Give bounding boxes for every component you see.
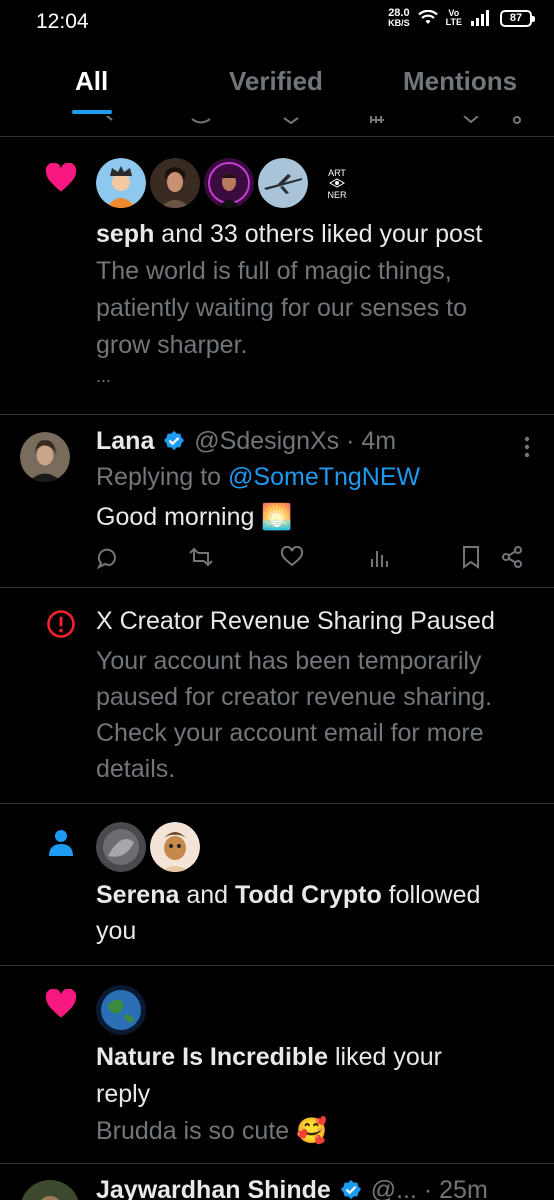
share-icon[interactable] [500, 545, 524, 569]
notification-tabs: All Verified Mentions [0, 56, 554, 116]
alert-circle-icon [47, 610, 75, 638]
battery-icon: 87 [500, 9, 535, 27]
follow-summary-cont: you [96, 917, 137, 945]
heart-icon [45, 989, 77, 1018]
divider [0, 803, 554, 804]
tab-all[interactable]: All [75, 66, 108, 97]
bookmark-icon[interactable] [460, 545, 482, 569]
reply-icon[interactable] [96, 545, 120, 569]
avatar[interactable] [20, 432, 70, 482]
liker-avatars: ART NER [96, 158, 362, 208]
reply-body: Good morning 🌅 [96, 503, 293, 531]
status-icons: 28.0 KB/S Vo LTE 87 [388, 7, 535, 29]
like-reply-summary: Nature Is Incredible liked your [96, 1043, 442, 1071]
like-icon[interactable] [282, 116, 300, 124]
views-icon[interactable] [368, 116, 386, 124]
revenue-body-line: details. [96, 755, 176, 783]
more-options-icon[interactable] [524, 436, 530, 458]
tab-mentions[interactable]: Mentions [403, 66, 517, 97]
verified-badge-icon [164, 430, 185, 451]
avatar[interactable] [20, 1180, 80, 1200]
follow-summary: Serena and Todd Crypto followed [96, 881, 481, 909]
heart-icon [45, 163, 77, 192]
divider [0, 1163, 554, 1164]
reply-header: Lana @SdesignXs · 4m [96, 427, 397, 455]
more-ellipsis: ... [96, 366, 112, 386]
verified-badge-icon [340, 1179, 361, 1200]
previous-post-actions [0, 116, 554, 126]
divider [0, 965, 554, 966]
status-time: 12:04 [36, 10, 89, 33]
views-icon[interactable] [368, 545, 390, 569]
share-icon[interactable] [510, 116, 524, 124]
svg-text:ART: ART [328, 168, 346, 178]
avatar[interactable] [96, 985, 146, 1035]
avatar[interactable] [96, 158, 146, 208]
tab-verified[interactable]: Verified [229, 66, 323, 97]
replying-to-handle[interactable]: @SomeTngNEW [228, 463, 420, 491]
signal-icon [471, 10, 489, 26]
avatar[interactable] [150, 822, 200, 872]
brand-badge[interactable]: ART NER [312, 158, 362, 208]
wifi-icon [417, 10, 438, 24]
divider [0, 136, 554, 137]
author-name[interactable]: Jaywardhan Shinde [96, 1176, 331, 1200]
like-reply-summary-cont: reply [96, 1080, 151, 1108]
reply-icon[interactable] [98, 116, 114, 124]
svg-text:NER: NER [327, 190, 347, 200]
bookmark-icon[interactable] [462, 116, 480, 124]
avatar[interactable] [150, 158, 200, 208]
divider [0, 587, 554, 588]
reply-preview: Brudda is so cute 🥰 [96, 1117, 328, 1145]
like-icon[interactable] [280, 545, 304, 569]
revenue-body-line: paused for creator revenue sharing. [96, 683, 493, 711]
avatar[interactable] [204, 158, 254, 208]
post-preview-line: patiently waiting for our senses to [96, 294, 468, 322]
volte-indicator: Vo LTE [445, 8, 462, 27]
follower-avatars [96, 822, 200, 872]
post-actions [96, 545, 536, 575]
post-preview-line: grow sharper. [96, 331, 248, 359]
avatar[interactable] [96, 822, 146, 872]
reply-header: Jaywardhan Shinde @... · 25m [96, 1172, 488, 1200]
revenue-body-line: Check your account email for more [96, 719, 484, 747]
post-preview-line: The world is full of magic things, [96, 257, 452, 285]
like-summary: seph and 33 others liked your post [96, 220, 483, 248]
revenue-body-line: Your account has been temporarily [96, 647, 482, 675]
repost-icon[interactable] [190, 116, 212, 124]
divider [0, 414, 554, 415]
network-speed: 28.0 KB/S [388, 7, 410, 29]
revenue-title: X Creator Revenue Sharing Paused [96, 607, 495, 635]
replying-to: Replying to @SomeTngNEW [96, 463, 421, 491]
avatar[interactable] [258, 158, 308, 208]
person-icon [49, 830, 73, 856]
repost-icon[interactable] [188, 545, 214, 569]
liker-avatars [96, 985, 146, 1035]
author-name[interactable]: Lana [96, 427, 154, 455]
active-tab-indicator [72, 110, 112, 114]
status-bar: 12:04 28.0 KB/S Vo LTE 87 [0, 0, 554, 44]
